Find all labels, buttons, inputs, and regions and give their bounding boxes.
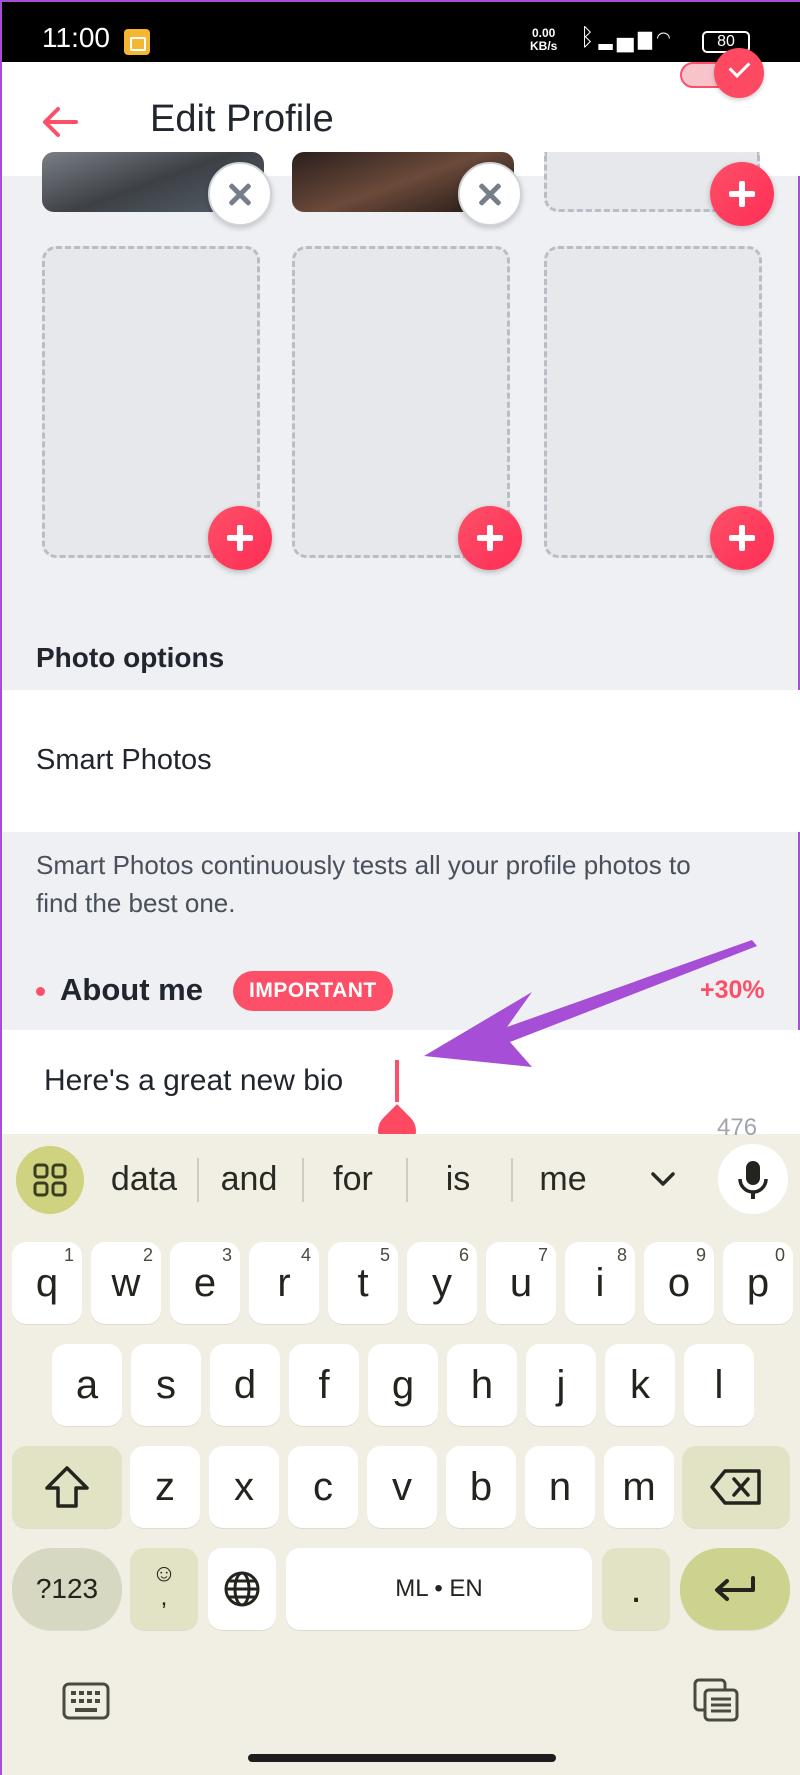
- bio-char-count: 476: [717, 1114, 758, 1141]
- back-arrow-icon[interactable]: [40, 102, 80, 142]
- status-bar: 11:00 0.00 KB/s ᛒ▂▄▆◠ 80: [2, 2, 800, 62]
- annotation-arrow-icon: [424, 940, 757, 1067]
- keyboard-apps-grid-icon[interactable]: [16, 1146, 84, 1214]
- net-speed-unit: KB/s: [530, 39, 558, 53]
- microphone-icon[interactable]: [718, 1144, 788, 1214]
- key-x[interactable]: x: [209, 1446, 279, 1528]
- key-letter: p: [746, 1261, 770, 1305]
- key-e[interactable]: e3: [170, 1242, 240, 1324]
- key-u[interactable]: u7: [486, 1242, 556, 1324]
- page-title: Edit Profile: [150, 98, 334, 140]
- key-number-hint: 3: [221, 1245, 232, 1265]
- key-n[interactable]: n: [525, 1446, 595, 1528]
- key-letter: y: [432, 1261, 452, 1305]
- suggestion-word[interactable]: is: [408, 1160, 508, 1199]
- key-i[interactable]: i8: [565, 1242, 635, 1324]
- bluetooth-icon: ᛒ: [580, 24, 599, 51]
- signal-icon: ▂▄▆: [598, 24, 657, 51]
- remove-photo-2-button[interactable]: [458, 162, 522, 226]
- key-o[interactable]: o9: [644, 1242, 714, 1324]
- connectivity-icons: ᛒ▂▄▆◠: [580, 24, 675, 52]
- key-p[interactable]: p0: [723, 1242, 793, 1324]
- backspace-icon: [710, 1469, 761, 1505]
- chevron-down-icon[interactable]: [648, 1164, 678, 1194]
- key-number-hint: 4: [300, 1245, 311, 1265]
- key-letter: o: [667, 1261, 691, 1305]
- network-speed: 0.00 KB/s: [530, 27, 557, 53]
- key-number-hint: 2: [142, 1245, 153, 1265]
- key-letter: r: [277, 1261, 291, 1305]
- key-j[interactable]: j: [526, 1344, 596, 1426]
- key-number-hint: 5: [379, 1245, 390, 1265]
- key-c[interactable]: c: [288, 1446, 358, 1528]
- key-v[interactable]: v: [367, 1446, 437, 1528]
- key-number-hint: 1: [63, 1245, 74, 1265]
- key-g[interactable]: g: [368, 1344, 438, 1426]
- key-t[interactable]: t5: [328, 1242, 398, 1324]
- shift-key[interactable]: [12, 1446, 122, 1528]
- key-letter: e: [193, 1261, 217, 1305]
- key-f[interactable]: f: [289, 1344, 359, 1426]
- key-q[interactable]: q1: [12, 1242, 82, 1324]
- language-globe-icon[interactable]: [208, 1548, 276, 1630]
- key-h[interactable]: h: [447, 1344, 517, 1426]
- key-letter: w: [111, 1261, 141, 1305]
- about-me-heading: About me: [60, 972, 203, 1007]
- smart-photos-description: Smart Photos continuously tests all your…: [36, 850, 691, 918]
- photo-options-heading: Photo options: [36, 642, 225, 673]
- key-letter: t: [357, 1261, 369, 1305]
- key-k[interactable]: k: [605, 1344, 675, 1426]
- period-key[interactable]: .: [602, 1548, 670, 1630]
- suggestion-word[interactable]: me: [513, 1160, 613, 1199]
- key-z[interactable]: z: [130, 1446, 200, 1528]
- enter-arrow-icon: [715, 1576, 755, 1601]
- add-photo-4-icon[interactable]: [208, 506, 272, 570]
- key-number-hint: 8: [616, 1245, 627, 1265]
- add-photo-3-icon[interactable]: [710, 162, 774, 226]
- symbols-key[interactable]: ?123: [12, 1548, 122, 1630]
- bio-input-value[interactable]: Here's a great new bio: [44, 1064, 343, 1098]
- key-number-hint: 7: [537, 1245, 548, 1265]
- key-m[interactable]: m: [604, 1446, 674, 1528]
- toggle-check-icon[interactable]: [714, 48, 764, 98]
- add-photo-6-icon[interactable]: [710, 506, 774, 570]
- important-badge: IMPORTANT: [233, 971, 393, 1011]
- suggestion-word[interactable]: data: [94, 1160, 194, 1199]
- shift-arrow-icon: [45, 1466, 89, 1508]
- enter-key[interactable]: [680, 1548, 790, 1630]
- home-indicator[interactable]: [248, 1754, 556, 1762]
- key-l[interactable]: l: [684, 1344, 754, 1426]
- key-r[interactable]: r4: [249, 1242, 319, 1324]
- key-letter: u: [509, 1261, 533, 1305]
- smart-photos-label: Smart Photos: [36, 744, 212, 776]
- remove-photo-1-button[interactable]: [208, 162, 272, 226]
- backspace-key[interactable]: [682, 1446, 790, 1528]
- add-photo-5-icon[interactable]: [458, 506, 522, 570]
- key-letter: i: [595, 1261, 605, 1305]
- emoji-key[interactable]: ☺ ,: [130, 1548, 198, 1630]
- key-number-hint: 0: [774, 1245, 785, 1265]
- required-dot-icon: [36, 987, 45, 996]
- key-number-hint: 9: [695, 1245, 706, 1265]
- space-key[interactable]: ML • EN: [286, 1548, 592, 1630]
- keyboard-switch-icon[interactable]: [62, 1682, 110, 1720]
- smart-photos-row[interactable]: Smart Photos: [2, 690, 800, 832]
- key-b[interactable]: b: [446, 1446, 516, 1528]
- text-cursor: [395, 1060, 399, 1102]
- key-y[interactable]: y6: [407, 1242, 477, 1324]
- suggestion-word[interactable]: for: [303, 1160, 403, 1199]
- key-a[interactable]: a: [52, 1344, 122, 1426]
- clipboard-icon[interactable]: [692, 1677, 740, 1723]
- suggestion-word[interactable]: and: [199, 1160, 299, 1199]
- gallery-notification-icon: [124, 29, 150, 55]
- status-time: 11:00: [42, 22, 110, 53]
- wifi-icon: ◠: [656, 24, 675, 51]
- key-w[interactable]: w2: [91, 1242, 161, 1324]
- key-letter: q: [35, 1261, 59, 1305]
- key-number-hint: 6: [458, 1245, 469, 1265]
- key-s[interactable]: s: [131, 1344, 201, 1426]
- key-d[interactable]: d: [210, 1344, 280, 1426]
